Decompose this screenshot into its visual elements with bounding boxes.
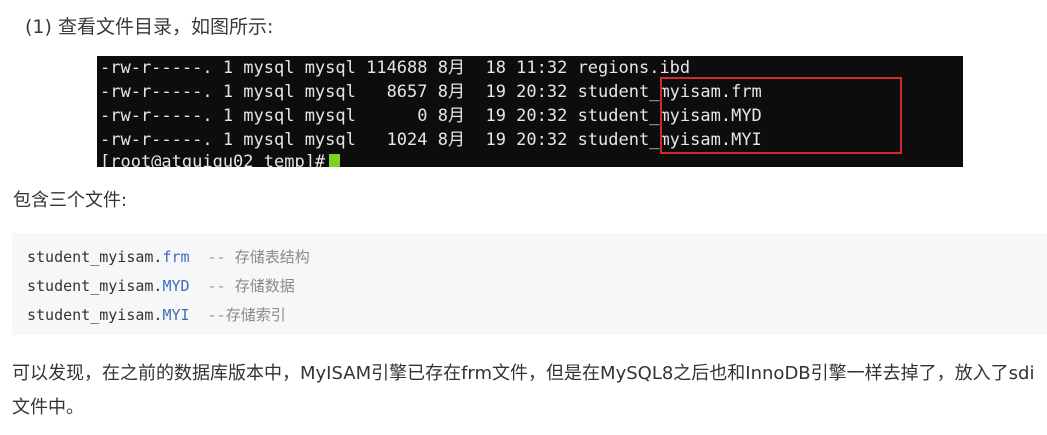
highlight-box — [660, 77, 902, 154]
code-line: student_myisam.MYD -- 存储数据 — [27, 275, 295, 296]
terminal-prompt: [root@atguigu02 temp]# — [100, 152, 326, 167]
code-comment-marker: -- — [189, 277, 235, 295]
terminal-line: -rw-r-----. 1 mysql mysql 114688 8月 18 1… — [100, 58, 691, 78]
intro-text: 包含三个文件: — [13, 190, 128, 211]
terminal-screenshot: -rw-r-----. 1 mysql mysql 114688 8月 18 1… — [97, 56, 963, 167]
body-paragraph: 可以发现，在之前的数据库版本中，MyISAM引擎已存在frm文件，但是在MySQ… — [12, 363, 1035, 418]
code-block: student_myisam.frm -- 存储表结构 student_myis… — [12, 233, 1047, 335]
code-comment-text: 存储数据 — [234, 277, 295, 295]
code-filename-ext: MYD — [162, 277, 190, 295]
code-filename-ext: frm — [162, 248, 190, 266]
code-comment-marker: -- — [189, 248, 235, 266]
step-heading: (1) 查看文件目录，如图所示: — [25, 16, 274, 38]
code-line: student_myisam.frm -- 存储表结构 — [27, 246, 310, 267]
code-filename-ext: MYI — [162, 306, 190, 324]
code-comment-text: 存储索引 — [225, 306, 286, 324]
code-line: student_myisam.MYI --存储索引 — [27, 304, 286, 325]
code-filename-base: student_myisam. — [27, 277, 163, 295]
terminal-cursor — [329, 154, 341, 167]
code-comment-text: 存储表结构 — [234, 248, 310, 266]
terminal-prompt-row: [root@atguigu02 temp]# — [100, 150, 341, 167]
code-filename-base: student_myisam. — [27, 306, 163, 324]
code-filename-base: student_myisam. — [27, 248, 163, 266]
code-comment-marker: -- — [189, 306, 226, 324]
